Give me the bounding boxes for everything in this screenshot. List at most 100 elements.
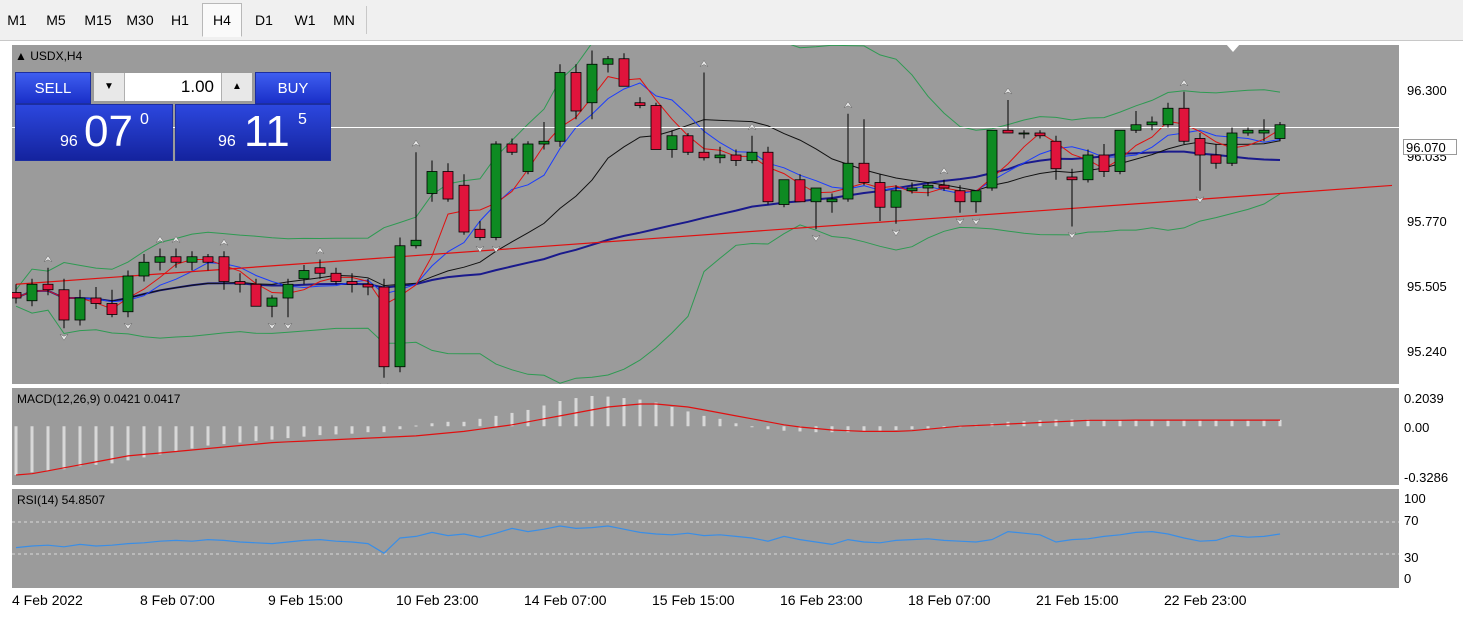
timeframe-m5-button[interactable]: M5: [40, 4, 72, 36]
bull-candle: [522, 143, 534, 172]
rsi-pane[interactable]: RSI(14) 54.8507: [11, 488, 1400, 589]
macd-title: MACD(12,26,9) 0.0421 0.0417: [17, 392, 181, 406]
macd-histogram-bar: [94, 426, 98, 465]
macd-histogram-bar: [718, 418, 722, 427]
timeframe-d1-button[interactable]: D1: [248, 4, 280, 36]
bull-candle: [1018, 132, 1030, 135]
fractal-up-marker: [1003, 87, 1013, 95]
bear-candle: [90, 297, 102, 304]
macd-histogram-bar: [222, 426, 226, 445]
macd-histogram-bar: [494, 415, 498, 427]
bear-candle: [170, 256, 182, 263]
rsi-axis-label: 30: [1404, 550, 1419, 565]
buy-button[interactable]: BUY: [255, 72, 331, 104]
timeframe-h4-button[interactable]: H4: [202, 3, 242, 37]
bull-candle: [186, 256, 198, 263]
fractal-down-marker: [267, 322, 277, 330]
bull-candle: [1082, 154, 1094, 181]
bull-candle: [410, 239, 422, 247]
lot-size-field[interactable]: ▼ 1.00 ▲: [93, 72, 253, 102]
fractal-up-marker: [699, 60, 709, 68]
timeframe-w1-button[interactable]: W1: [288, 4, 322, 36]
fractal-down-marker: [1067, 231, 1077, 239]
macd-histogram-bar: [366, 426, 370, 433]
bull-candle: [1114, 129, 1126, 172]
macd-histogram-bar: [766, 426, 770, 430]
timeframe-h1-button[interactable]: H1: [164, 4, 196, 36]
bear-candle: [250, 283, 262, 307]
buy-price-display[interactable]: 96 11 5: [175, 104, 331, 161]
bear-candle: [1098, 154, 1110, 172]
bear-candle: [1034, 132, 1046, 137]
lot-increase-icon[interactable]: ▲: [221, 73, 252, 101]
fractal-down-marker: [379, 383, 389, 384]
bull-candle: [986, 129, 998, 189]
macd-histogram-bar: [654, 402, 658, 427]
bear-candle: [362, 283, 374, 288]
bear-candle: [58, 289, 70, 321]
bear-candle: [1210, 154, 1222, 164]
bear-candle: [42, 283, 54, 291]
price-axis-label: 95.505: [1407, 279, 1447, 294]
bull-candle: [810, 187, 822, 203]
macd-histogram-bar: [558, 401, 562, 427]
macd-histogram-bar: [878, 426, 882, 431]
fractal-down-marker: [283, 322, 293, 330]
bull-candle: [826, 198, 838, 203]
shift-marker-icon[interactable]: [1226, 44, 1240, 52]
bear-candle: [378, 286, 390, 368]
bollinger-lower-line: [15, 193, 1281, 384]
macd-histogram-bar: [1118, 420, 1122, 427]
bear-candle: [106, 303, 118, 315]
macd-histogram-bar: [1230, 420, 1234, 427]
timeframe-m30-button[interactable]: M30: [122, 4, 158, 36]
time-axis-label: 21 Feb 15:00: [1036, 592, 1119, 608]
lot-decrease-icon[interactable]: ▼: [94, 73, 125, 101]
timeframe-mn-button[interactable]: MN: [328, 4, 360, 36]
macd-histogram-bar: [318, 426, 322, 436]
bull-candle: [154, 256, 166, 263]
one-click-trading-panel: SELL ▼ 1.00 ▲ BUY 96 07 0 96 11 5: [15, 72, 331, 161]
bear-candle: [858, 162, 870, 183]
macd-histogram-bar: [334, 426, 338, 435]
macd-axis-label: 0.2039: [1404, 391, 1444, 406]
macd-histogram-bar: [1102, 420, 1106, 427]
time-axis-label: 14 Feb 07:00: [524, 592, 607, 608]
fractal-up-marker: [219, 238, 229, 246]
bull-candle: [842, 162, 854, 200]
bull-candle: [1226, 132, 1238, 164]
time-axis-label: 16 Feb 23:00: [780, 592, 863, 608]
macd-histogram-bar: [542, 405, 546, 427]
sell-price-prefix: 96: [60, 133, 78, 150]
bull-candle: [1242, 129, 1254, 134]
bull-candle: [586, 63, 598, 104]
bull-candle: [666, 135, 678, 150]
bear-candle: [1050, 140, 1062, 170]
current-price-tag: 96.070: [1403, 139, 1457, 155]
macd-histogram-bar: [702, 415, 706, 427]
time-axis-label: 18 Feb 07:00: [908, 592, 991, 608]
time-axis-label: 4 Feb 2022: [12, 592, 83, 608]
macd-histogram-bar: [254, 426, 258, 442]
macd-histogram-bar: [814, 426, 818, 433]
rsi-axis-label: 0: [1404, 571, 1412, 586]
bull-candle: [266, 297, 278, 307]
macd-canvas: [14, 396, 1282, 476]
bear-candle: [650, 105, 662, 150]
buy-price-prefix: 96: [218, 133, 236, 150]
bull-candle: [602, 58, 614, 65]
collapse-arrow-icon[interactable]: ▲: [15, 49, 27, 63]
bear-candle: [794, 179, 806, 203]
sell-price-display[interactable]: 96 07 0: [15, 104, 173, 161]
timeframe-m15-button[interactable]: M15: [80, 4, 116, 36]
macd-histogram-bar: [734, 423, 738, 427]
lot-value[interactable]: 1.00: [181, 77, 214, 97]
timeframe-m1-button[interactable]: M1: [2, 4, 32, 36]
macd-histogram-bar: [238, 426, 242, 443]
macd-pane[interactable]: MACD(12,26,9) 0.0421 0.0417: [11, 387, 1400, 486]
bull-candle: [1258, 129, 1270, 134]
sell-button[interactable]: SELL: [15, 72, 91, 104]
macd-histogram-bar: [1214, 420, 1218, 427]
sell-price-main: 07: [84, 107, 133, 156]
bear-candle: [618, 58, 630, 87]
